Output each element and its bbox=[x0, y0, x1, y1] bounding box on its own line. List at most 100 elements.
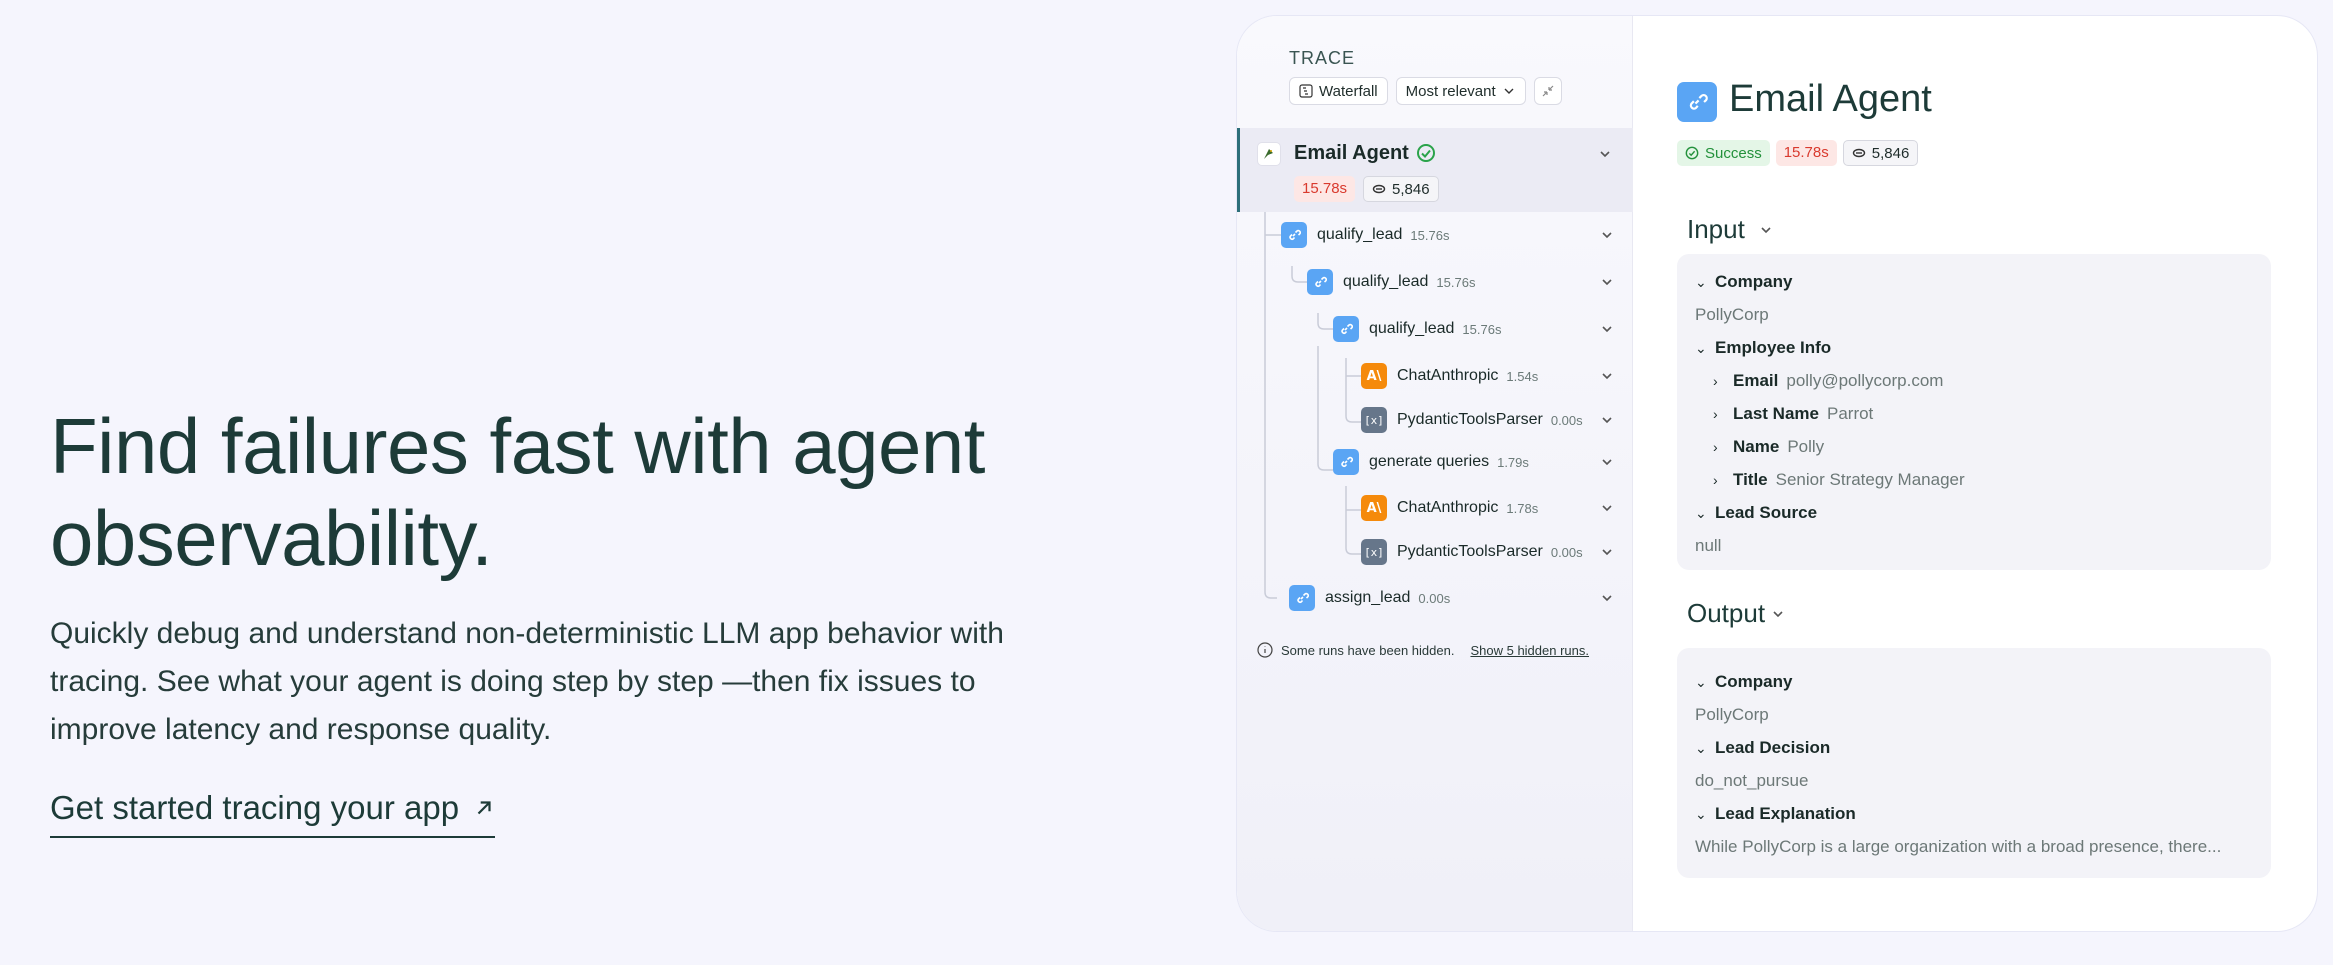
lead-explanation-field[interactable]: ⌄ Lead Explanation bbox=[1695, 804, 1856, 824]
chain-link-icon bbox=[1677, 82, 1717, 122]
chevron-down-icon[interactable] bbox=[1599, 321, 1615, 337]
chevron-down-icon: ⌄ bbox=[1695, 504, 1707, 521]
waterfall-label: Waterfall bbox=[1319, 82, 1378, 100]
latency-badge: 15.78s bbox=[1294, 176, 1356, 202]
chevron-down-icon[interactable] bbox=[1599, 590, 1615, 606]
waterfall-icon bbox=[1299, 84, 1313, 98]
info-icon bbox=[1257, 642, 1273, 658]
chevron-down-icon[interactable] bbox=[1599, 274, 1615, 290]
lead-source-field[interactable]: ⌄ Lead Source bbox=[1695, 503, 1817, 523]
field-key: Lead Source bbox=[1715, 503, 1818, 522]
chain-link-icon bbox=[1333, 316, 1359, 342]
run-time: 15.76s bbox=[1462, 321, 1502, 337]
root-run-name: Email Agent bbox=[1294, 142, 1409, 164]
anthropic-icon: A\ bbox=[1361, 363, 1387, 389]
name-field[interactable]: › Name Polly bbox=[1713, 437, 1824, 457]
run-time: 1.79s bbox=[1497, 454, 1529, 470]
company-field[interactable]: ⌄ Company bbox=[1695, 672, 1792, 692]
chevron-right-icon: › bbox=[1713, 439, 1718, 455]
hero-description: Quickly debug and understand non-determi… bbox=[50, 617, 1004, 746]
input-panel: ⌄ Company PollyCorp ⌄ Employee Info › Em… bbox=[1677, 254, 2271, 570]
company-field[interactable]: ⌄ Company bbox=[1695, 272, 1792, 292]
sort-dropdown[interactable]: Most relevant bbox=[1395, 77, 1526, 105]
chevron-down-icon[interactable] bbox=[1599, 368, 1615, 384]
chevron-down-icon: ⌄ bbox=[1695, 739, 1707, 756]
trace-tree-pane: TRACE Waterfall Most relevant Email Agen… bbox=[1237, 16, 1633, 931]
last-name-field[interactable]: › Last Name Parrot bbox=[1713, 404, 1873, 424]
token-icon bbox=[1372, 184, 1386, 194]
run-time: 0.00s bbox=[1550, 544, 1583, 560]
collapse-button[interactable] bbox=[1533, 77, 1562, 105]
hidden-runs-note: Some runs have been hidden. Show 5 hidde… bbox=[1257, 642, 1589, 658]
trace-heading: TRACE bbox=[1289, 48, 1356, 68]
field-key: Last Name bbox=[1733, 404, 1819, 423]
chevron-down-icon: ⌄ bbox=[1695, 673, 1707, 690]
output-section-toggle[interactable]: Output bbox=[1687, 598, 1785, 629]
run-name: qualify_lead bbox=[1369, 320, 1455, 337]
field-value: do_not_pursue bbox=[1695, 771, 1809, 790]
run-row[interactable]: generate queries 1.79s bbox=[1333, 448, 1529, 476]
run-name: assign_lead bbox=[1325, 589, 1411, 606]
chain-link-icon bbox=[1289, 585, 1315, 611]
employee-info-field[interactable]: ⌄ Employee Info bbox=[1695, 338, 1831, 358]
run-name: PydanticToolsParser bbox=[1397, 411, 1543, 428]
chevron-down-icon[interactable] bbox=[1599, 227, 1615, 243]
chevron-down-icon: ⌄ bbox=[1695, 339, 1707, 356]
status-badge: Success bbox=[1677, 140, 1770, 166]
chevron-down-icon[interactable] bbox=[1599, 412, 1615, 428]
token-icon bbox=[1852, 148, 1865, 158]
chain-link-icon bbox=[1307, 269, 1333, 295]
get-started-link[interactable]: Get started tracing your app bbox=[50, 786, 496, 838]
hero-title: Find failures fast with agent observabil… bbox=[50, 402, 985, 582]
field-key: Lead Decision bbox=[1715, 738, 1831, 757]
chevron-down-icon[interactable] bbox=[1599, 500, 1615, 516]
run-name: ChatAnthropic bbox=[1397, 499, 1499, 516]
field-value: polly@pollycorp.com bbox=[1786, 371, 1944, 390]
chevron-down-icon[interactable] bbox=[1599, 544, 1615, 560]
field-value: PollyCorp bbox=[1695, 705, 1769, 724]
field-key: Company bbox=[1715, 272, 1793, 291]
title-field[interactable]: › Title Senior Strategy Manager bbox=[1713, 470, 1965, 490]
anthropic-icon: A\ bbox=[1361, 495, 1387, 521]
chevron-down-icon: ⌄ bbox=[1695, 273, 1707, 290]
run-title: Email Agent bbox=[1729, 78, 1932, 120]
run-row[interactable]: [x] PydanticToolsParser 0.00s bbox=[1361, 538, 1583, 566]
success-check-icon bbox=[1685, 146, 1699, 160]
input-section-toggle[interactable]: Input bbox=[1687, 214, 1773, 245]
run-time: 1.54s bbox=[1506, 368, 1539, 384]
parser-icon: [x] bbox=[1361, 539, 1387, 565]
get-started-label: Get started tracing your app bbox=[50, 789, 460, 826]
run-row[interactable]: assign_lead 0.00s bbox=[1289, 584, 1450, 612]
run-row[interactable]: qualify_lead 15.76s bbox=[1307, 268, 1475, 296]
run-row[interactable]: [x] PydanticToolsParser 0.00s bbox=[1361, 406, 1583, 434]
run-row[interactable]: qualify_lead 15.76s bbox=[1281, 221, 1449, 249]
token-badge: 5,846 bbox=[1842, 140, 1919, 166]
lead-decision-field[interactable]: ⌄ Lead Decision bbox=[1695, 738, 1830, 758]
chevron-right-icon: › bbox=[1713, 406, 1718, 422]
run-row[interactable]: A\ ChatAnthropic 1.54s bbox=[1361, 362, 1538, 390]
field-value: PollyCorp bbox=[1695, 305, 1769, 324]
run-row[interactable]: A\ ChatAnthropic 1.78s bbox=[1361, 494, 1538, 522]
run-time: 15.76s bbox=[1410, 227, 1450, 243]
chevron-down-icon[interactable] bbox=[1599, 454, 1615, 470]
field-key: Name bbox=[1733, 437, 1780, 456]
field-key: Company bbox=[1715, 672, 1793, 691]
chevron-down-icon: ⌄ bbox=[1695, 805, 1707, 822]
token-count: 5,846 bbox=[1392, 180, 1430, 198]
trace-root-row[interactable]: Email Agent 15.78s 5,846 bbox=[1237, 128, 1633, 212]
field-value: While PollyCorp is a large organization … bbox=[1695, 837, 2222, 856]
run-time: 15.76s bbox=[1436, 274, 1476, 290]
field-key: Title bbox=[1733, 470, 1768, 489]
chain-link-icon bbox=[1333, 449, 1359, 475]
run-time: 0.00s bbox=[1550, 412, 1583, 428]
run-name: qualify_lead bbox=[1343, 273, 1429, 290]
email-field[interactable]: › Email polly@pollycorp.com bbox=[1713, 371, 1943, 391]
run-name: ChatAnthropic bbox=[1397, 367, 1499, 384]
waterfall-button[interactable]: Waterfall bbox=[1289, 77, 1388, 105]
run-row[interactable]: qualify_lead 15.76s bbox=[1333, 315, 1501, 343]
field-key: Email bbox=[1733, 371, 1779, 390]
show-hidden-runs-link[interactable]: Show 5 hidden runs. bbox=[1470, 643, 1589, 658]
run-name: PydanticToolsParser bbox=[1397, 543, 1543, 560]
chevron-down-icon[interactable] bbox=[1597, 146, 1613, 162]
success-check-icon bbox=[1417, 144, 1435, 162]
